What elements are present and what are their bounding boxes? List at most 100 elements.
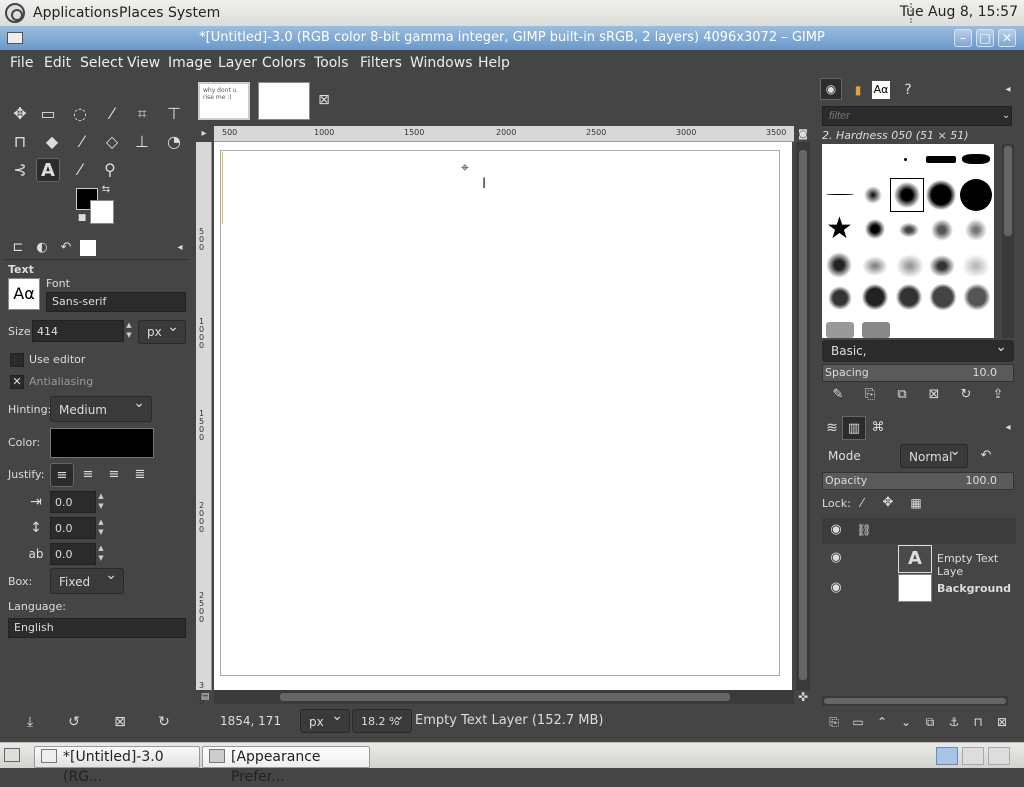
brush-item[interactable] xyxy=(894,282,924,312)
color-picker-tool-icon[interactable]: ⁄ xyxy=(68,158,92,182)
indent-field[interactable]: 0.0 xyxy=(50,491,96,513)
brush-grid-scrollbar[interactable] xyxy=(1002,144,1014,338)
refresh-brushes-icon[interactable]: ↻ xyxy=(954,383,978,407)
brush-item[interactable] xyxy=(862,256,888,276)
mode-reset-icon[interactable]: ↶ xyxy=(974,444,998,468)
brush-grid[interactable]: ★ xyxy=(822,144,994,338)
zoom-follow-icon[interactable]: ◙ xyxy=(796,128,810,142)
channels-tab-icon[interactable]: ▥ xyxy=(842,416,866,440)
merge-layer-icon[interactable]: ⊓ xyxy=(966,710,990,734)
text-tool-icon[interactable]: A xyxy=(36,158,60,182)
workspace-3[interactable] xyxy=(988,747,1010,765)
brush-item[interactable] xyxy=(964,218,988,242)
images-tab-icon[interactable] xyxy=(80,240,96,256)
rect-select-tool-icon[interactable]: ▭ xyxy=(36,102,60,126)
layers-configure-icon[interactable]: ◂ xyxy=(996,416,1020,440)
vertical-ruler[interactable]: 500 1000 1500 2000 2500 3000 xyxy=(196,142,212,714)
brush-item[interactable] xyxy=(928,254,956,278)
delete-brush-icon[interactable]: ⊠ xyxy=(922,383,946,407)
box-dropdown[interactable]: Fixed xyxy=(50,567,124,594)
layer-visibility-eye-icon[interactable]: ◉ xyxy=(824,546,848,570)
brush-item[interactable] xyxy=(896,254,924,278)
fonts-tab-icon[interactable]: Aα xyxy=(872,81,890,99)
indent-spin-button[interactable]: ▲ ▼ xyxy=(96,491,106,513)
antialiasing-checkbox[interactable]: ✕ xyxy=(10,375,24,389)
lasso-tool-icon[interactable]: ◌ xyxy=(68,102,92,126)
window-icon[interactable] xyxy=(7,32,23,44)
text-color-button[interactable] xyxy=(50,428,154,458)
places-menu[interactable]: Places xyxy=(119,5,164,21)
window-titlebar[interactable]: *[Untitled]-3.0 (RGB color 8-bit gamma i… xyxy=(0,26,1024,50)
menu-filters[interactable]: Filters xyxy=(360,55,402,71)
save-options-icon[interactable]: ⤓ xyxy=(18,710,42,734)
move-tool-icon[interactable]: ✥ xyxy=(8,102,32,126)
transform-tool-icon[interactable]: ⊤ xyxy=(162,102,186,126)
menu-help[interactable]: Help xyxy=(478,55,510,71)
hinting-dropdown[interactable]: Medium xyxy=(50,395,152,422)
navigate-icon[interactable]: ✜ xyxy=(796,690,810,704)
maximize-button[interactable]: □ xyxy=(976,29,994,47)
applications-menu[interactable]: Applications xyxy=(33,5,119,21)
new-layer-group-icon[interactable]: ▭ xyxy=(846,710,870,734)
task-appearance[interactable]: [Appearance Prefer... xyxy=(202,746,370,785)
language-field[interactable]: English xyxy=(8,618,186,638)
brush-item[interactable] xyxy=(960,179,992,211)
delete-layer-icon[interactable]: ⊠ xyxy=(990,710,1014,734)
line-spacing-spin-button[interactable]: ▲ ▼ xyxy=(96,517,106,539)
background-color-swatch[interactable] xyxy=(90,200,114,224)
text-layer-thumbnail-icon[interactable]: A xyxy=(898,545,932,573)
paintbrush-tool-icon[interactable]: ⁄ xyxy=(70,130,94,154)
menu-edit[interactable]: Edit xyxy=(44,55,71,71)
menu-view[interactable]: View xyxy=(127,55,160,71)
layer-row-text[interactable]: ◉ A Empty Text Laye xyxy=(822,544,1016,578)
font-preview-button[interactable]: Aα xyxy=(8,278,40,310)
brush-tag-dropdown[interactable]: Basic, xyxy=(822,339,1014,362)
paths-tab-icon[interactable]: ⌘ xyxy=(866,416,890,440)
layers-hscroll[interactable] xyxy=(822,696,1008,706)
brush-item[interactable] xyxy=(864,186,882,204)
toggle-quickmask-icon[interactable]: ▤ xyxy=(198,690,212,704)
clone-tool-icon[interactable]: ⊥ xyxy=(130,130,154,154)
smudge-tool-icon[interactable]: ◔ xyxy=(162,130,186,154)
vertical-scrollbar[interactable] xyxy=(796,142,810,690)
lock-pixels-icon[interactable]: ⁄ xyxy=(850,491,874,515)
brush-item[interactable] xyxy=(826,284,854,312)
workspace-2[interactable] xyxy=(962,747,984,765)
device-status-tab-icon[interactable]: ◐ xyxy=(30,236,54,260)
justify-fill-icon[interactable]: ≣ xyxy=(128,463,152,487)
justify-center-icon[interactable]: ≡ xyxy=(102,463,126,487)
brush-item[interactable] xyxy=(962,154,990,164)
menu-file[interactable]: File xyxy=(10,55,33,71)
lock-alpha-icon[interactable]: ▦ xyxy=(904,491,928,515)
fuzzy-select-tool-icon[interactable]: ⁄ xyxy=(100,102,124,126)
opacity-slider[interactable]: Opacity 100.0 xyxy=(822,472,1014,490)
minimize-button[interactable]: – xyxy=(954,29,972,47)
size-unit-dropdown[interactable]: px xyxy=(138,319,186,344)
lower-layer-icon[interactable]: ⌄ xyxy=(894,710,918,734)
brush-item[interactable] xyxy=(904,158,907,161)
brush-item[interactable] xyxy=(898,222,920,238)
horizontal-ruler[interactable]: 500 1000 1500 2000 2500 3000 3500 xyxy=(214,126,794,142)
size-field[interactable]: 414 xyxy=(32,320,124,342)
unit-dropdown[interactable]: px xyxy=(300,708,350,733)
menu-select[interactable]: Select xyxy=(80,55,123,71)
image-tab-2-thumbnail[interactable] xyxy=(258,82,310,120)
brush-item[interactable] xyxy=(864,218,886,240)
open-brush-folder-icon[interactable]: ⇪ xyxy=(986,383,1010,407)
zoom-tool-icon[interactable]: ⚲ xyxy=(98,158,122,182)
clock[interactable]: Tue Aug 8, 15:57 xyxy=(900,4,1018,20)
brushes-configure-icon[interactable]: ◂ xyxy=(996,78,1020,102)
brushes-tab-icon[interactable]: ◉ xyxy=(820,78,842,100)
patterns-tab-icon[interactable]: ▮ xyxy=(846,78,870,102)
configure-tab-icon[interactable]: ◂ xyxy=(168,236,192,260)
edit-brush-icon[interactable]: ✎ xyxy=(826,383,850,407)
paths-tool-icon[interactable]: ⊰ xyxy=(8,158,32,182)
brush-item[interactable] xyxy=(962,254,990,278)
layers-tab-icon[interactable]: ≋ xyxy=(820,416,844,440)
background-layer-thumbnail[interactable] xyxy=(898,574,932,602)
spacing-slider[interactable]: Spacing 10.0 xyxy=(822,364,1014,382)
brush-item[interactable] xyxy=(962,282,992,312)
lock-position-icon[interactable]: ✥ xyxy=(876,491,900,515)
bucket-fill-tool-icon[interactable]: ◆ xyxy=(40,130,64,154)
system-menu[interactable]: System xyxy=(168,5,220,21)
